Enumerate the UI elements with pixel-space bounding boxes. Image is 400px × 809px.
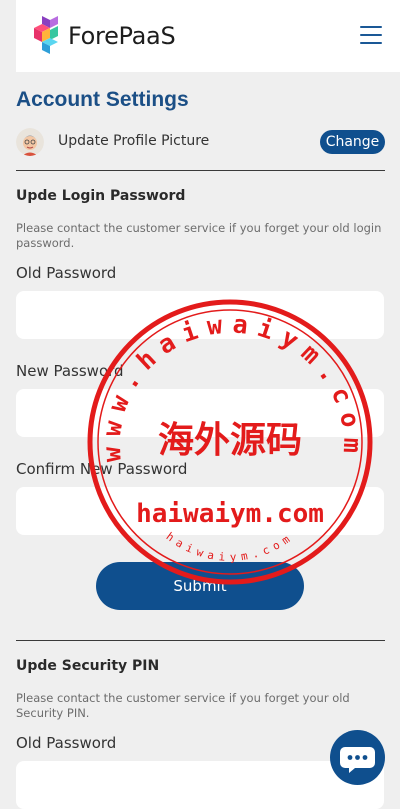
new-password-input[interactable] bbox=[16, 389, 384, 437]
confirm-password-input[interactable] bbox=[16, 487, 384, 535]
update-profile-picture-label: Update Profile Picture bbox=[58, 133, 210, 149]
chat-button[interactable] bbox=[330, 730, 385, 785]
brand-name: ForePaaS bbox=[68, 22, 176, 50]
section-divider bbox=[16, 640, 385, 641]
security-pin-hint: Please contact the customer service if y… bbox=[16, 691, 350, 720]
chat-bubble-icon bbox=[340, 747, 375, 773]
old-password-label: Old Password bbox=[16, 264, 117, 282]
change-avatar-button[interactable]: Change bbox=[320, 130, 385, 154]
page-title: Account Settings bbox=[16, 88, 189, 111]
section-divider bbox=[16, 170, 385, 171]
submit-button[interactable]: Submit bbox=[96, 562, 304, 610]
hamburger-menu-icon[interactable] bbox=[360, 24, 384, 46]
old-password-input[interactable] bbox=[16, 291, 384, 339]
app-header: ForePaaS bbox=[16, 0, 400, 72]
login-password-hint: Please contact the customer service if y… bbox=[16, 221, 382, 250]
avatar bbox=[16, 128, 44, 156]
new-password-label: New Password bbox=[16, 362, 124, 380]
confirm-password-label: Confirm New Password bbox=[16, 460, 188, 478]
old-pin-password-input[interactable] bbox=[16, 761, 384, 809]
old-pin-password-label: Old Password bbox=[16, 734, 117, 752]
security-pin-section-title: Upde Security PIN bbox=[16, 658, 160, 674]
watermark-stamp: www.haiwaiym.com 海外源码 haiwaiym.com haiwa… bbox=[87, 299, 373, 585]
login-password-section-title: Upde Login Password bbox=[16, 188, 186, 204]
forepaas-logo-icon[interactable] bbox=[32, 16, 62, 54]
